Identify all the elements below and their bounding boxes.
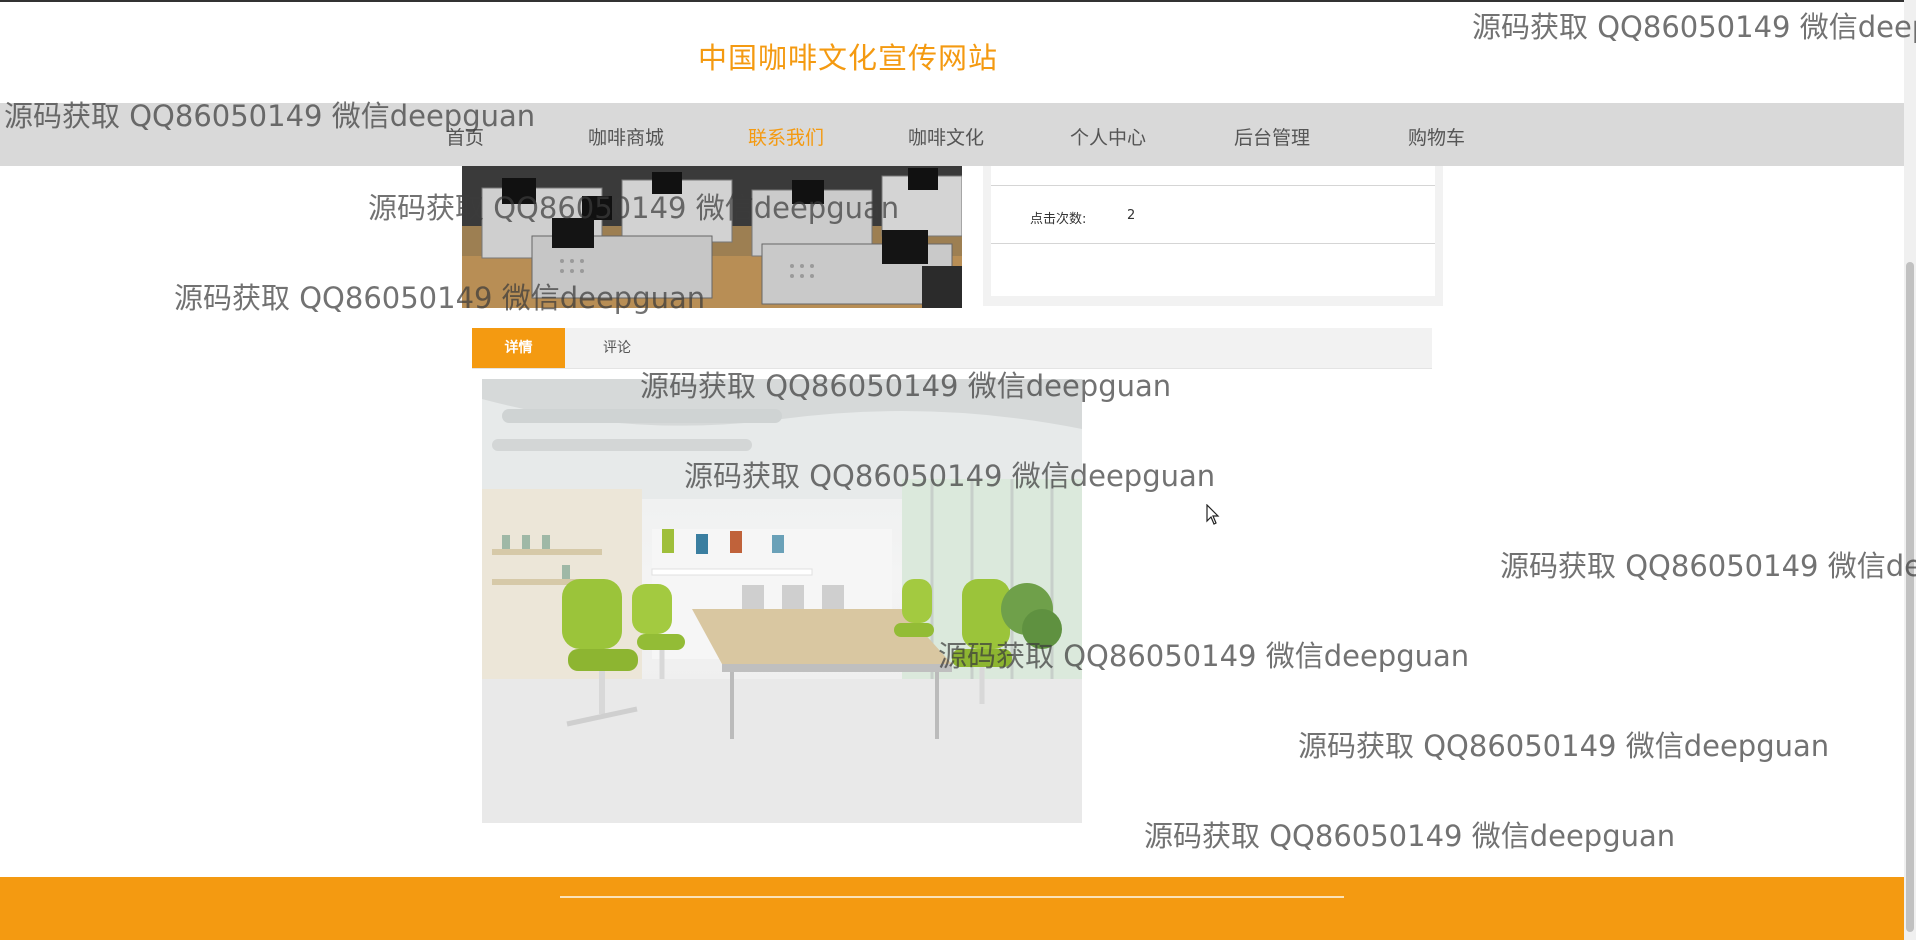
main-nav: 首页 咖啡商城 联系我们 咖啡文化 个人中心 后台管理 购物车: [0, 103, 1904, 166]
site-footer: [0, 877, 1904, 940]
nav-item-coffee-culture[interactable]: 咖啡文化: [908, 123, 984, 150]
cubicle-illustration: [462, 166, 962, 308]
site-header: 中国咖啡文化宣传网站: [0, 0, 1904, 105]
info-divider: [991, 243, 1435, 244]
watermark: 源码获取 QQ86050149 微信deepguan: [1500, 549, 1916, 583]
nav-item-personal-center[interactable]: 个人中心: [1070, 123, 1146, 150]
info-divider: [991, 185, 1435, 186]
mouse-cursor-icon: [1206, 504, 1220, 525]
nav-item-contact-us[interactable]: 联系我们: [748, 123, 824, 150]
watermark: 源码获取 QQ86050149 微信deepguan: [1144, 819, 1676, 853]
nav-item-home[interactable]: 首页: [446, 123, 484, 150]
footer-divider: [560, 896, 1344, 898]
top-office-image: [462, 166, 962, 308]
office-illustration: [482, 379, 1082, 823]
detail-tabs: 详情 评论: [472, 328, 1432, 369]
nav-item-admin[interactable]: 后台管理: [1234, 123, 1310, 150]
nav-item-coffee-shop[interactable]: 咖啡商城: [588, 123, 664, 150]
site-title: 中国咖啡文化宣传网站: [698, 41, 999, 75]
scrollbar-thumb[interactable]: [1906, 262, 1914, 932]
page: 中国咖啡文化宣传网站 首页 咖啡商城 联系我们 咖啡文化 个人中心 后台管理 购…: [0, 0, 1916, 940]
page-scrollbar[interactable]: [1904, 0, 1916, 940]
nav-item-cart[interactable]: 购物车: [1408, 123, 1465, 150]
click-count-label: 点击次数:: [1030, 212, 1087, 227]
detail-office-image: [482, 379, 1082, 823]
product-info-box: [983, 166, 1443, 306]
tab-comments[interactable]: 评论: [592, 328, 642, 368]
click-count-value: 2: [1127, 208, 1136, 223]
watermark: 源码获取 QQ86050149 微信deepguan: [1298, 729, 1830, 763]
tab-details[interactable]: 详情: [472, 328, 565, 368]
